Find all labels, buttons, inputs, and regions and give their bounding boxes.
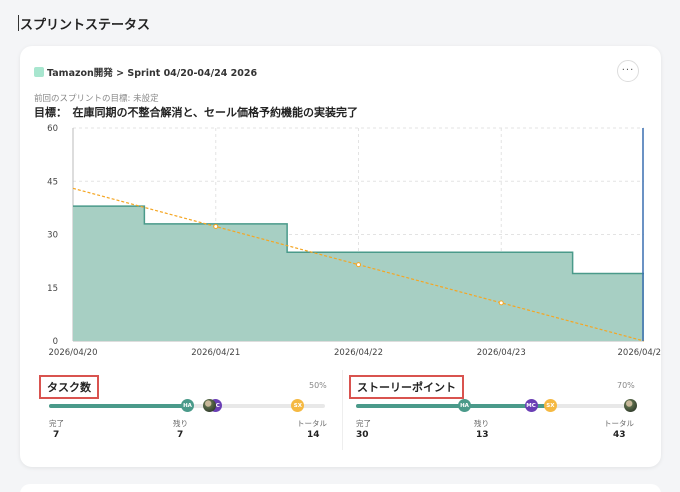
avatar-photo[interactable] — [624, 399, 638, 412]
avatar-sx[interactable]: SX — [543, 399, 557, 412]
sp-remaining-label: 残り — [474, 419, 489, 428]
story-points-section: ストーリーポイント 70% HA MC SX 完了 30 残り 13 トータル 43 — [342, 367, 661, 462]
task-progress-percent: 50% — [309, 381, 327, 390]
task-count-section: タスク数 50% HAMCSX 完了 7 残り 7 トータル 14 — [20, 367, 342, 462]
sp-progress-percent: 70% — [617, 381, 635, 390]
avatar-ha[interactable]: HA — [458, 399, 472, 412]
ideal-point — [498, 300, 504, 306]
sp-remaining-value: 13 — [476, 430, 489, 440]
y-tick-label: 15 — [47, 284, 58, 294]
task-done-label: 完了 — [49, 419, 64, 428]
y-tick-label: 60 — [47, 124, 58, 134]
y-tick-label: 45 — [47, 177, 58, 187]
task-progress-fill — [49, 404, 187, 408]
y-tick-label: 0 — [53, 337, 58, 347]
sp-done-label: 完了 — [356, 419, 371, 428]
sp-progress-fill — [356, 404, 550, 408]
x-tick-label: 2026/04/24 — [618, 348, 662, 358]
task-total-label: トータル — [297, 419, 327, 428]
x-tick-label: 2026/04/22 — [334, 348, 383, 358]
x-tick-label: 2026/04/21 — [191, 348, 240, 358]
ideal-point — [356, 262, 361, 268]
story-points-title: ストーリーポイント — [349, 375, 464, 399]
burndown-chart: 0 15 30 45 60 2026/04/20 2026/04/21 2026/04/22 2… — [47, 124, 662, 358]
task-total-value: 14 — [307, 430, 320, 440]
task-count-title: タスク数 — [39, 375, 99, 399]
sp-done-value: 30 — [356, 430, 369, 440]
next-card — [20, 484, 661, 492]
x-tick-label: 2026/04/20 — [49, 348, 98, 358]
avatar-ha[interactable]: HA — [181, 399, 194, 412]
sp-total-label: トータル — [604, 419, 634, 428]
page-title: スプリントステータス — [17, 14, 150, 33]
x-tick-label: 2026/04/23 — [477, 348, 526, 358]
ideal-point — [213, 224, 219, 230]
sp-total-value: 43 — [613, 430, 626, 440]
sprint-card: Tamazon開発 > Sprint 04/20-04/24 2026 ··· … — [20, 46, 661, 467]
avatar-photo[interactable] — [203, 399, 217, 412]
avatar-sx[interactable]: SX — [291, 399, 305, 412]
task-done-value: 7 — [53, 430, 60, 440]
task-remaining-label: 残り — [173, 419, 188, 428]
avatar-mc[interactable]: MC — [524, 399, 538, 412]
task-remaining-value: 7 — [177, 430, 184, 440]
y-tick-label: 30 — [47, 231, 58, 241]
